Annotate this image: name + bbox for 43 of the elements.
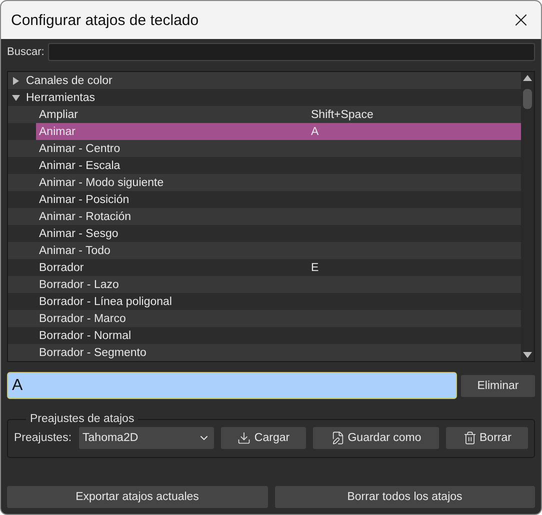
command-name: Borrador - Segmento xyxy=(39,346,148,358)
window-title: Configurar atajos de teclado xyxy=(11,12,199,28)
tree-group-label[interactable]: Herramientas xyxy=(26,92,96,104)
group-title: Preajustes de atajos xyxy=(29,413,136,425)
collapse-arrow-icon[interactable] xyxy=(12,94,20,102)
command-name: Animar - Modo siguiente xyxy=(39,176,165,188)
command-name: Borrador - Lazo xyxy=(39,278,120,290)
command-name: Animar - Centro xyxy=(39,142,122,154)
search-field[interactable] xyxy=(48,43,535,61)
scrollbar[interactable] xyxy=(521,72,534,361)
scroll-down-icon[interactable] xyxy=(523,352,532,358)
download-icon xyxy=(237,431,252,445)
save-button[interactable]: Guardar como xyxy=(313,427,439,449)
command-name: Animar - Escala xyxy=(39,160,122,172)
export-button[interactable]: Exportar atajos actuales xyxy=(7,486,268,508)
trash-icon xyxy=(462,431,477,445)
shortcut-input[interactable]: A xyxy=(7,372,457,399)
load-button[interactable]: Cargar xyxy=(221,427,306,449)
clear-all-button[interactable]: Borrar todos los atajos xyxy=(274,486,535,508)
command-name: Borrador - Línea poligonal xyxy=(39,296,173,308)
command-name: Ampliar xyxy=(39,108,79,120)
shortcut-key: Shift+Space xyxy=(311,108,374,120)
scroll-thumb[interactable] xyxy=(523,89,532,109)
document-pen-icon xyxy=(330,431,345,445)
command-name: Borrador - Marco xyxy=(39,312,127,324)
search-label: Buscar: xyxy=(7,46,44,58)
delete-button[interactable]: Borrar xyxy=(446,427,528,449)
scroll-up-icon[interactable] xyxy=(523,75,532,81)
shortcut-key: E xyxy=(311,262,319,274)
remove-button[interactable]: Eliminar xyxy=(461,374,535,396)
shortcut-row[interactable]: Animar A xyxy=(36,123,521,140)
command-name: Borrador xyxy=(39,262,85,274)
command-name: Animar - Posición xyxy=(39,194,130,206)
command-name: Animar - Sesgo xyxy=(39,228,120,240)
expand-arrow-icon[interactable] xyxy=(12,76,20,84)
command-name: Animar - Rotación xyxy=(39,210,132,222)
shortcut-key: A xyxy=(311,126,319,138)
command-name: Borrador - Normal xyxy=(39,330,132,342)
presets-label: Preajustes: xyxy=(14,432,72,444)
command-name: Animar xyxy=(39,126,76,138)
tree-group-label[interactable]: Canales de color xyxy=(26,74,112,86)
preset-dropdown[interactable]: Tahoma2D xyxy=(78,427,214,449)
command-name: Animar - Todo xyxy=(39,244,112,256)
